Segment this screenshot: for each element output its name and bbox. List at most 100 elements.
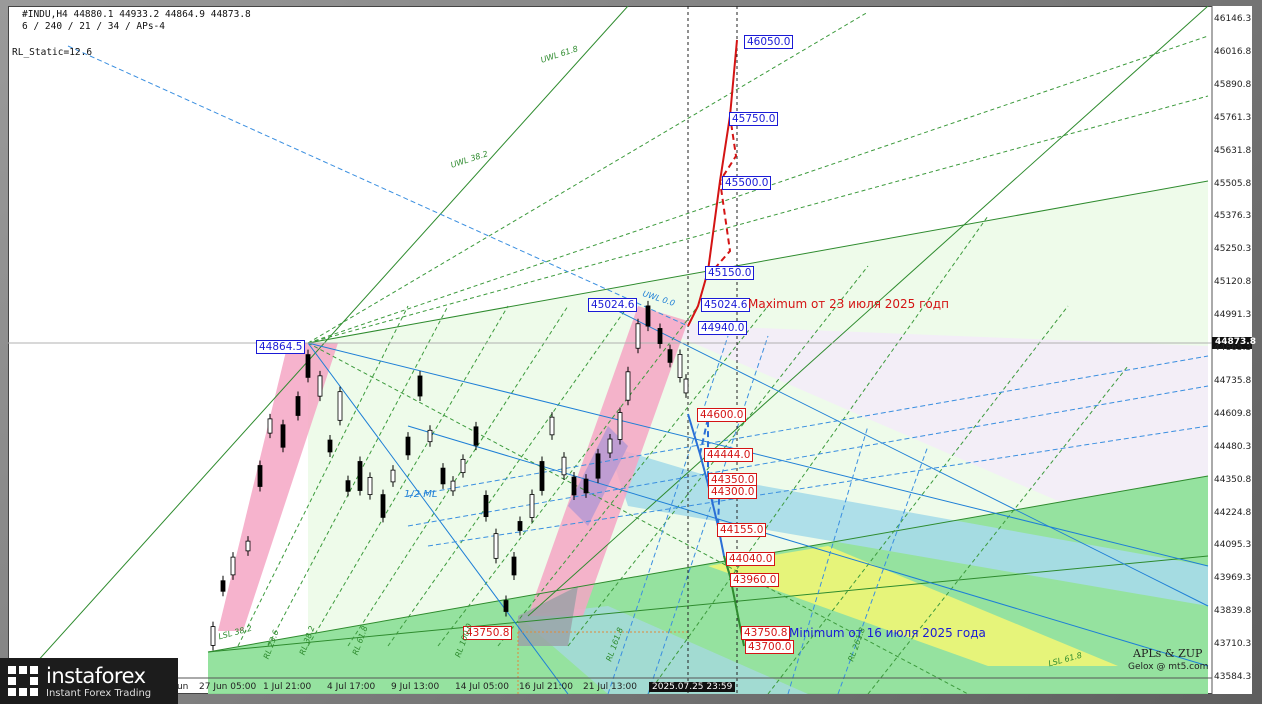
min-note: Minimum от 16 июля 2025 года [789,626,986,640]
params-header: 6 / 240 / 21 / 34 / APs-4 [22,21,165,32]
candle-body [625,371,631,401]
price-tag: 45150.0 [705,266,755,280]
price-tick-label: 44350.8 [1214,474,1252,485]
price-tag: 45500.0 [722,176,772,190]
price-tick-label: 44224.8 [1214,507,1252,518]
price-tag: 46050.0 [744,35,794,49]
candle-body [405,436,411,456]
candle-body [473,426,479,446]
candle-body [220,580,226,592]
candle-body [657,328,663,344]
candle-body [380,494,386,518]
candle-body [503,600,509,612]
time-label-current: 2025.07.25 23:59 [649,682,736,692]
symbol-header: #INDU,H4 44880.1 44933.2 44864.9 44873.8 [22,9,251,20]
candle-body [683,378,689,394]
candle-body [390,469,396,483]
time-label: 27 Jun 05:00 [199,682,257,692]
price-tick-label: 43969.3 [1214,573,1252,584]
candle-body [357,461,363,491]
static-header: RL_Static=12.6 [12,47,93,58]
price-tag: 45024.6 [588,298,638,312]
price-tag: 44600.0 [697,408,747,422]
price-tag: 45750.0 [729,112,779,126]
price-tag: 44864.5 [256,340,306,354]
price-tag: 44040.0 [726,552,776,566]
candle-body [440,467,446,485]
chart-canvas[interactable] [8,6,1252,694]
candle-body [450,480,456,492]
price-tick-label: 45120.8 [1214,277,1252,288]
logo-name: instaforex [46,664,146,688]
credit-1: APLs & ZUP [1133,647,1203,660]
candle-body [607,438,613,454]
price-tick-label: 45631.8 [1214,145,1252,156]
price-tick-label: 45250.3 [1214,244,1252,255]
candle-body [345,480,351,492]
price-tag: 45024.6 [701,298,751,312]
price-tag: 44155.0 [717,523,767,537]
candle-body [427,429,433,443]
candle-body [327,439,333,453]
price-tick-label: 45761.3 [1214,112,1252,123]
price-tick-label: 44609.8 [1214,408,1252,419]
candle-body [529,494,535,518]
time-label: 21 Jul 13:00 [583,682,637,692]
candle-body [460,458,466,474]
candle-body [635,323,641,349]
price-tag: 44300.0 [708,485,758,499]
candle-body [645,305,651,327]
price-tick-label: 43584.3 [1214,672,1252,682]
candle-body [267,418,273,434]
candle-body [511,556,517,576]
price-tick-label: 46016.8 [1214,46,1252,57]
max-note: Maximum от 23 июля 2025 годп [748,297,949,311]
price-tick-label: 45890.8 [1214,79,1252,90]
candle-body [483,494,489,518]
price-tick-label: 45376.3 [1214,211,1252,222]
candle-body [617,412,623,440]
candle-body [561,456,567,476]
candle-body [295,396,301,416]
price-tag: 43750.8 [741,626,791,640]
candle-body [493,533,499,559]
ml-label: 1/2 ML [404,489,438,500]
time-label: 16 Jul 21:00 [519,682,573,692]
price-tag: 44444.0 [704,448,754,462]
candle-body [595,453,601,479]
price-tick-label: 44991.3 [1214,310,1252,321]
price-tick-label: 44735.8 [1214,375,1252,386]
candle-body [549,416,555,436]
price-tick-label: 44095.3 [1214,540,1252,551]
candle-body [517,521,523,531]
candle-body [539,461,545,491]
price-tick-label: 44480.3 [1214,441,1252,452]
price-tick-label: 45505.8 [1214,178,1252,189]
candle-body [667,349,673,363]
price-tick-label: 43839.8 [1214,606,1252,617]
logo-mark-icon [8,666,38,696]
price-tag: 44940.0 [698,321,748,335]
current-price-label: 44873.8 [1215,337,1256,347]
candle-body [571,476,577,496]
candle-body [257,465,263,487]
candle-body [583,478,589,494]
candle-body [677,354,683,378]
candle-body [245,540,251,552]
candle-body [230,556,236,576]
candle-body [305,354,311,378]
candle-body [210,626,216,646]
candle-body [417,375,423,397]
time-label: 4 Jul 17:00 [327,682,376,692]
price-tag: 43960.0 [730,573,780,587]
candle-body [337,391,343,421]
time-label: 9 Jul 13:00 [391,682,440,692]
time-label: 14 Jul 05:00 [455,682,509,692]
price-tick-label: 46146.3 [1214,14,1252,24]
logo-tagline: Instant Forex Trading [46,688,152,699]
instaforex-logo: instaforex Instant Forex Trading [0,658,178,704]
candle-body [367,476,373,496]
candle-body [280,424,286,448]
credit-2: Gelox @ mt5.com [1128,662,1209,672]
time-label: 1 Jul 21:00 [263,682,312,692]
